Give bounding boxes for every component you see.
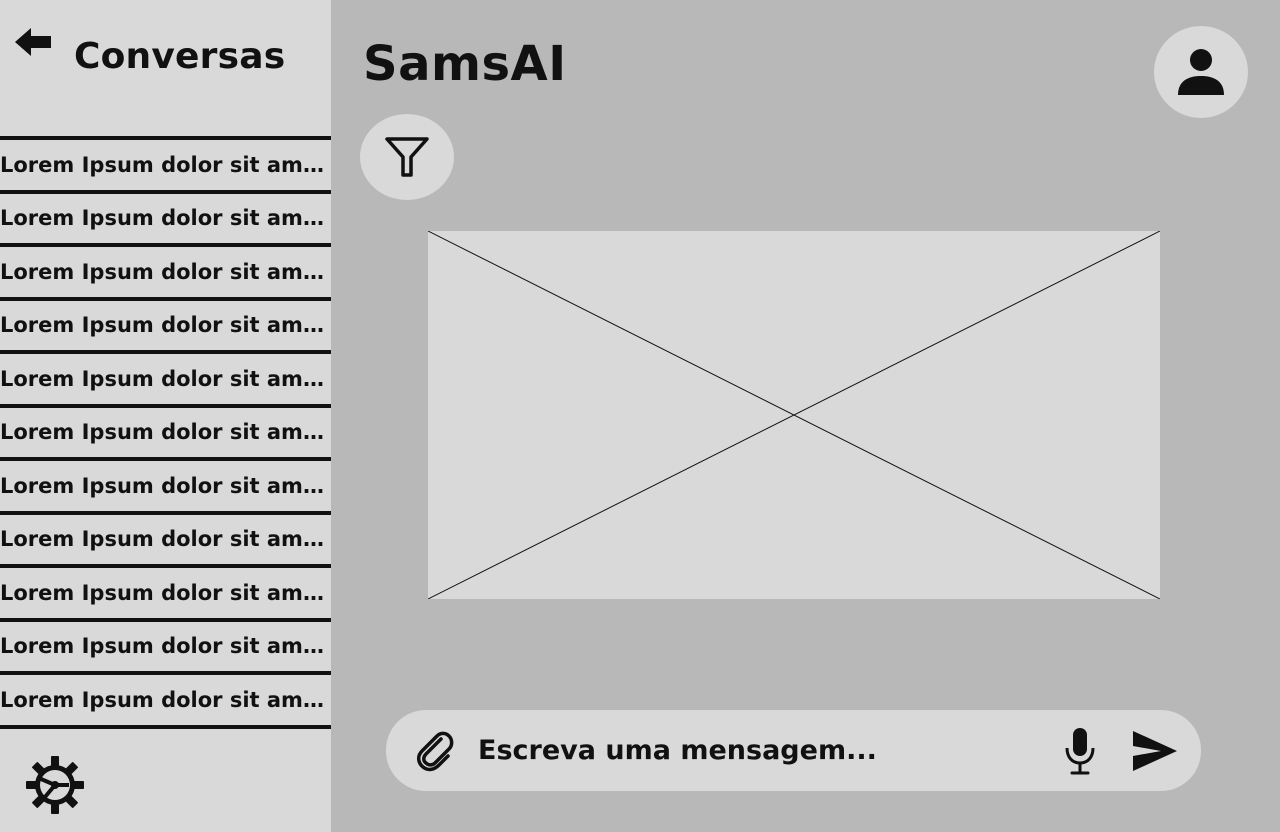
microphone-button[interactable] — [1058, 724, 1102, 778]
conversation-label: Lorem Ipsum dolor sit ame... — [0, 687, 328, 712]
main-panel: SamsAI — [331, 0, 1280, 832]
conversation-item[interactable]: Lorem Ipsum dolor sit ame... — [0, 568, 331, 622]
conversation-item[interactable]: Lorem Ipsum dolor sit ame... — [0, 461, 331, 515]
filter-button[interactable] — [360, 114, 454, 200]
sidebar: Conversas Lorem Ipsum dolor sit ame... L… — [0, 0, 331, 832]
user-icon — [1178, 49, 1224, 95]
conversation-item[interactable]: Lorem Ipsum dolor sit ame... — [0, 301, 331, 354]
conversation-item[interactable]: Lorem Ipsum dolor sit ame... — [0, 194, 331, 247]
conversation-item[interactable]: Lorem Ipsum dolor sit ame... — [0, 354, 331, 408]
conversation-item[interactable]: Lorem Ipsum dolor sit ame... — [0, 247, 331, 301]
app-title: SamsAI — [363, 36, 567, 92]
microphone-icon — [1065, 728, 1095, 775]
avatar[interactable] — [1154, 26, 1248, 118]
conversation-label: Lorem Ipsum dolor sit ame... — [0, 420, 328, 445]
conversation-item[interactable]: Lorem Ipsum dolor sit ame... — [0, 408, 331, 461]
conversation-label: Lorem Ipsum dolor sit ame... — [0, 206, 328, 231]
attach-button[interactable] — [412, 728, 458, 774]
conversation-label: Lorem Ipsum dolor sit ame... — [0, 527, 328, 552]
gear-icon — [26, 756, 84, 814]
conversation-item[interactable]: Lorem Ipsum dolor sit ame... — [0, 675, 331, 729]
send-button[interactable] — [1129, 726, 1181, 776]
conversation-label: Lorem Ipsum dolor sit ame... — [0, 473, 328, 498]
message-composer — [386, 710, 1201, 791]
conversation-label: Lorem Ipsum dolor sit ame... — [0, 580, 328, 605]
conversation-label: Lorem Ipsum dolor sit ame... — [0, 366, 328, 391]
conversation-item[interactable]: Lorem Ipsum dolor sit ame... — [0, 622, 331, 675]
conversation-label: Lorem Ipsum dolor sit ame... — [0, 152, 328, 177]
placeholder-cross — [428, 231, 1160, 599]
image-placeholder — [428, 231, 1160, 599]
conversation-label: Lorem Ipsum dolor sit ame... — [0, 634, 328, 659]
sidebar-title: Conversas — [74, 36, 286, 77]
conversation-item[interactable]: Lorem Ipsum dolor sit ame... — [0, 140, 331, 194]
conversation-list: Lorem Ipsum dolor sit ame... Lorem Ipsum… — [0, 136, 331, 729]
back-button[interactable] — [12, 24, 54, 60]
conversation-item[interactable]: Lorem Ipsum dolor sit ame... — [0, 515, 331, 568]
conversation-label: Lorem Ipsum dolor sit ame... — [0, 259, 328, 284]
arrow-left-icon — [15, 28, 51, 56]
send-icon — [1133, 731, 1177, 771]
settings-button[interactable] — [24, 754, 86, 816]
filter-icon — [385, 137, 429, 177]
paperclip-icon — [417, 731, 454, 772]
message-input[interactable] — [478, 726, 1038, 774]
conversation-label: Lorem Ipsum dolor sit ame... — [0, 313, 328, 338]
app-window: Conversas Lorem Ipsum dolor sit ame... L… — [0, 0, 1280, 832]
